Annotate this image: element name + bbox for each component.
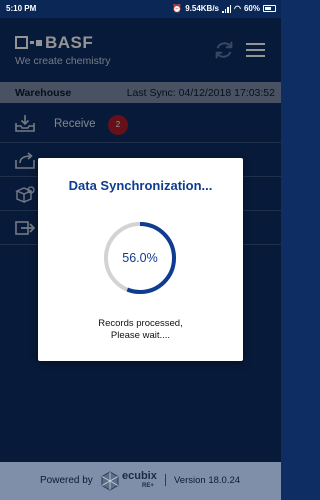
battery-icon bbox=[263, 5, 276, 12]
dialog-message: Records processed, Please wait.... bbox=[38, 318, 243, 342]
dialog-message-line2: Please wait.... bbox=[110, 330, 171, 341]
progress-percent: 56.0% bbox=[122, 251, 158, 265]
app-version: Version 18.0.24 bbox=[174, 475, 241, 486]
signal-icon bbox=[222, 4, 231, 13]
vendor-name: ecubix bbox=[122, 470, 157, 482]
sync-progress-dialog: Data Synchronization... 56.0% Records pr… bbox=[38, 158, 243, 361]
dialog-message-line1: Records processed, bbox=[98, 318, 183, 329]
wifi-icon: ◠ bbox=[234, 4, 241, 13]
status-time: 5:10 PM bbox=[6, 4, 37, 13]
vendor-sub: RE+ bbox=[142, 483, 154, 489]
battery-percent: 60% bbox=[243, 4, 260, 13]
footer: Powered by ecubix RE+ Version 18.0.24 bbox=[0, 462, 281, 500]
ecubix-logo-icon bbox=[101, 471, 119, 491]
network-speed: 9.54KB/s bbox=[185, 4, 219, 13]
footer-divider bbox=[165, 474, 166, 486]
status-bar: 5:10 PM ⏰ 9.54KB/s ◠ 60% bbox=[0, 0, 281, 18]
dialog-title: Data Synchronization... bbox=[68, 178, 213, 193]
status-indicators: ⏰ 9.54KB/s ◠ 60% bbox=[172, 4, 276, 13]
alarm-icon: ⏰ bbox=[172, 4, 183, 13]
powered-by-label: Powered by bbox=[40, 475, 93, 486]
